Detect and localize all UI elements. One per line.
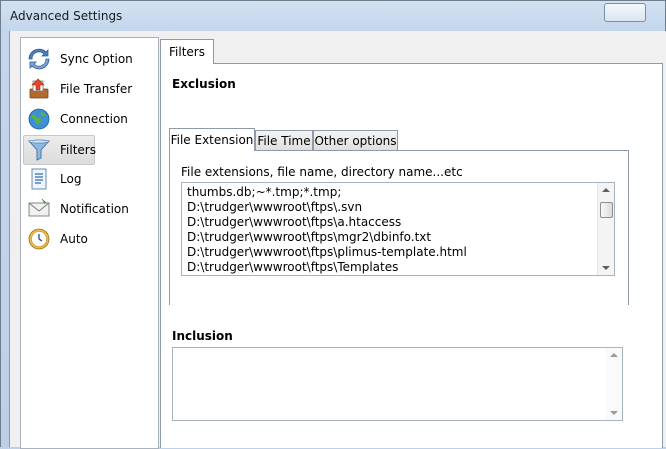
exclusion-list-textarea[interactable]: thumbs.db;~*.tmp;*.tmp; D:\trudger\wwwro…	[181, 182, 615, 276]
nav-item-filters[interactable]: Filters	[23, 135, 96, 165]
inclusion-label: Inclusion	[172, 329, 233, 343]
nav-label: Notification	[60, 202, 129, 216]
tab-other-options[interactable]: Other options	[313, 130, 398, 151]
advanced-settings-window: Advanced Settings Sync Option File Trans…	[0, 0, 666, 449]
globe-icon	[28, 108, 50, 130]
tab-label: File Time	[257, 134, 311, 148]
nav-item-sync-option[interactable]: Sync Option	[24, 45, 144, 73]
exclusion-line: D:\trudger\wwwroot\ftps\.svn	[187, 200, 363, 214]
scroll-up-arrow-icon[interactable]	[610, 353, 618, 357]
exclusion-line: D:\trudger\wwwroot\ftps\Templates	[187, 260, 399, 274]
settings-nav: Sync Option File Transfer Connection Fil…	[20, 37, 159, 449]
exclusion-lines: thumbs.db;~*.tmp;*.tmp; D:\trudger\wwwro…	[187, 185, 592, 275]
nav-label: Log	[60, 172, 82, 186]
scroll-up-arrow-icon[interactable]	[602, 188, 610, 192]
nav-label: File Transfer	[60, 82, 133, 96]
nav-label: Connection	[60, 112, 128, 126]
scroll-down-arrow-icon[interactable]	[602, 266, 610, 270]
funnel-icon	[27, 139, 51, 161]
nav-label: Filters	[60, 143, 96, 157]
window-title: Advanced Settings	[10, 9, 123, 23]
file-extension-panel: File extensions, file name, directory na…	[169, 150, 629, 305]
nav-label: Sync Option	[60, 52, 133, 66]
tab-file-time[interactable]: File Time	[255, 130, 313, 151]
tab-filters[interactable]: Filters	[160, 39, 214, 64]
filters-panel: Exclusion File Extension File Time Other…	[160, 63, 663, 448]
scroll-thumb[interactable]	[600, 202, 613, 218]
tab-file-extension[interactable]: File Extension	[169, 128, 255, 151]
exclusion-line: D:\trudger\wwwroot\ftps\a.htaccess	[187, 215, 402, 229]
title-bar[interactable]: Advanced Settings	[1, 1, 665, 31]
exclusion-line: D:\trudger\wwwroot\ftps\plimus-template.…	[187, 245, 467, 259]
envelope-icon	[28, 198, 50, 217]
exclusion-scrollbar[interactable]	[597, 183, 614, 275]
close-button[interactable]	[604, 3, 646, 22]
dialog-client-area: Sync Option File Transfer Connection Fil…	[9, 31, 666, 449]
clock-icon	[28, 228, 50, 250]
nav-label: Auto	[60, 232, 88, 246]
exclusion-line: D:\trudger\wwwroot\ftps\mgr2\dbinfo.txt	[187, 230, 432, 244]
nav-item-auto[interactable]: Auto	[24, 225, 144, 253]
file-extension-hint: File extensions, file name, directory na…	[181, 165, 463, 179]
log-document-icon	[31, 168, 47, 190]
tab-label: Filters	[169, 45, 205, 59]
file-transfer-icon	[29, 78, 49, 99]
nav-item-log[interactable]: Log	[24, 165, 144, 193]
nav-item-file-transfer[interactable]: File Transfer	[24, 75, 144, 103]
inclusion-scrollbar[interactable]	[606, 348, 622, 420]
tab-label: File Extension	[170, 133, 254, 147]
exclusion-label: Exclusion	[172, 77, 236, 91]
scroll-down-arrow-icon[interactable]	[610, 411, 618, 415]
tab-label: Other options	[314, 134, 397, 148]
sync-icon	[28, 48, 50, 70]
exclusion-line: thumbs.db;~*.tmp;*.tmp;	[187, 185, 342, 199]
inclusion-textarea[interactable]	[172, 347, 623, 421]
nav-item-connection[interactable]: Connection	[24, 105, 144, 133]
nav-item-notification[interactable]: Notification	[24, 195, 144, 223]
